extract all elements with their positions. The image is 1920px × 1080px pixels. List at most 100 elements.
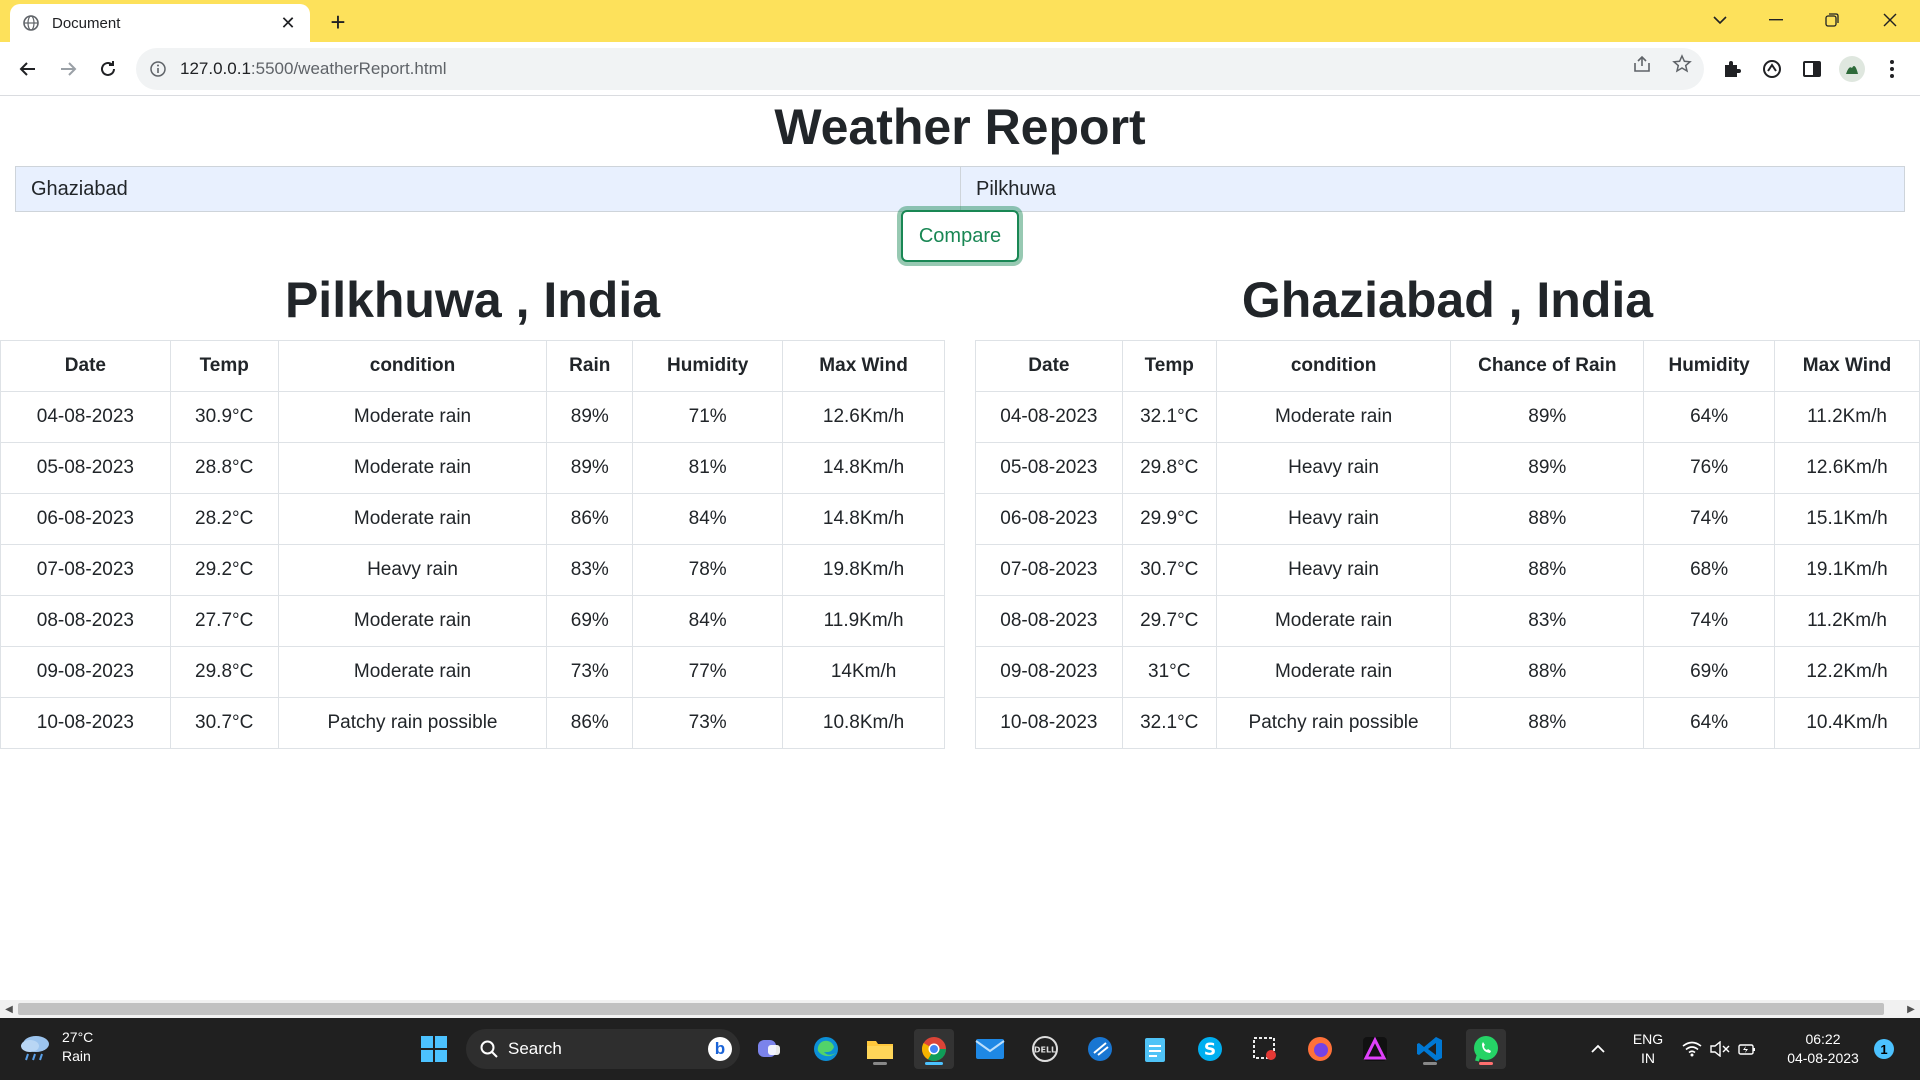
snipping-tool-icon[interactable] [1245,1029,1285,1069]
table-row: 04-08-2023 32.1°C Moderate rain 89% 64% 11.2K… [975,391,1920,443]
url-text: 127.0.0.1:5500/weatherReport.html [180,59,447,79]
mail-icon[interactable] [970,1029,1010,1069]
city-input-left[interactable] [15,166,961,212]
table-cell: 73% [632,697,784,749]
side-panel-icon[interactable] [1798,55,1826,83]
skype-icon[interactable]: S [1190,1029,1230,1069]
table-cell: 69% [546,595,634,647]
reload-button[interactable] [92,53,124,85]
table-cell: 88% [1450,697,1645,749]
extensions-puzzle-icon[interactable] [1718,55,1746,83]
left-weather-table: Date Temp condition Rain Humidity Max Wind 04… [0,340,945,749]
table-cell: 74% [1643,595,1776,647]
table-cell: 10-08-2023 [975,697,1123,749]
city-input-right[interactable] [960,166,1905,212]
taskbar-search-box[interactable]: Search b [466,1029,740,1069]
table-cell: Heavy rain [1215,493,1452,545]
battery-icon [1738,1041,1756,1057]
tab-document[interactable]: Document ✕ [10,4,310,42]
table-cell: 88% [1450,646,1645,698]
table-cell: 11.2Km/h [1774,391,1920,443]
table-cell: 14Km/h [782,646,945,698]
scrollbar-thumb[interactable] [18,1003,1884,1015]
system-tray-quick-settings[interactable] [1674,1029,1764,1069]
edge-browser-icon[interactable] [806,1029,846,1069]
table-cell: 30.9°C [169,391,279,443]
teams-chat-icon[interactable] [750,1029,790,1069]
restore-button[interactable] [1804,0,1860,40]
affinity-icon[interactable] [1355,1029,1395,1069]
new-tab-button[interactable]: + [324,7,352,37]
table-cell: Moderate rain [277,595,548,647]
profile-avatar[interactable] [1838,55,1866,83]
language-indicator[interactable]: ENG IN [1630,1030,1666,1068]
table-cell: 64% [1643,697,1776,749]
column-header: condition [1215,340,1452,392]
whatsapp-icon[interactable] [1466,1029,1506,1069]
url-host: 127.0.0.1 [180,59,251,78]
table-cell: 07-08-2023 [975,544,1123,596]
rain-cloud-icon [18,1032,54,1062]
scroll-right-arrow-icon[interactable]: ▶ [1902,1000,1920,1018]
left-city-heading: Pilkhuwa , India [284,272,661,328]
table-cell: Moderate rain [277,442,548,494]
chrome-browser-icon[interactable] [914,1029,954,1069]
chrome-menu-icon[interactable] [1878,55,1906,83]
table-cell: Patchy rain possible [1215,697,1452,749]
url-path: :5500/weatherReport.html [250,59,447,78]
table-row: 06-08-2023 29.9°C Heavy rain 88% 74% 15.1Km/h [975,493,1920,545]
table-cell: 29.2°C [169,544,279,596]
extension-icon[interactable] [1758,55,1786,83]
forward-button[interactable] [52,53,84,85]
weather-temp: 27°C [62,1029,94,1045]
table-cell: 88% [1450,493,1645,545]
column-header: Rain [546,340,634,392]
vscode-icon[interactable] [1410,1029,1450,1069]
table-cell: 29.8°C [169,646,279,698]
web-page: Weather Report Compare Pilkhuwa , India … [0,96,1920,1000]
table-cell: 29.9°C [1121,493,1217,545]
dell-icon[interactable]: DELL [1025,1029,1065,1069]
firefox-icon[interactable] [1300,1029,1340,1069]
file-explorer-icon[interactable] [860,1029,900,1069]
table-header-row: Date Temp condition Chance of Rain Humidity M… [975,340,1920,392]
start-windows-icon[interactable] [414,1029,454,1069]
column-header: Temp [169,340,279,392]
table-row: 09-08-2023 29.8°C Moderate rain 73% 77% 14Km/… [0,646,945,698]
close-tab-icon[interactable]: ✕ [278,13,298,33]
scroll-left-arrow-icon[interactable]: ◀ [0,1000,18,1018]
table-row: 04-08-2023 30.9°C Moderate rain 89% 71% 12.6K… [0,391,945,443]
notification-badge[interactable]: 1 [1874,1039,1894,1059]
table-cell: 30.7°C [169,697,279,749]
weather-widget[interactable]: 27°C Rain [18,1028,93,1066]
support-assist-icon[interactable] [1080,1029,1120,1069]
table-cell: 28.2°C [169,493,279,545]
share-icon[interactable] [1630,52,1654,76]
clock[interactable]: 06:22 04-08-2023 [1778,1030,1868,1068]
bing-icon: b [708,1037,732,1061]
table-row: 07-08-2023 30.7°C Heavy rain 88% 68% 19.1Km/h [975,544,1920,596]
table-cell: 05-08-2023 [975,442,1123,494]
chevron-up-icon[interactable] [1578,1029,1618,1069]
compare-button[interactable]: Compare [901,210,1019,262]
table-cell: 06-08-2023 [0,493,171,545]
minimize-button[interactable] [1748,0,1804,40]
table-cell: 83% [546,544,634,596]
site-info-icon[interactable] [150,61,166,77]
table-cell: 19.1Km/h [1774,544,1920,596]
table-cell: 14.8Km/h [782,442,945,494]
table-cell: 04-08-2023 [975,391,1123,443]
tab-search-icon[interactable] [1692,0,1748,40]
table-cell: Moderate rain [277,646,548,698]
svg-text:S: S [1204,1040,1216,1060]
table-cell: Heavy rain [1215,544,1452,596]
notepad-icon[interactable] [1135,1029,1175,1069]
table-row: 10-08-2023 32.1°C Patchy rain possible 88% 6… [975,697,1920,749]
back-button[interactable] [12,53,44,85]
table-cell: 73% [546,646,634,698]
table-cell: 29.7°C [1121,595,1217,647]
horizontal-scrollbar[interactable]: ◀ ▶ [0,1000,1920,1018]
address-bar[interactable]: 127.0.0.1:5500/weatherReport.html [136,48,1704,90]
close-window-button[interactable] [1862,0,1918,40]
bookmark-star-icon[interactable] [1670,52,1694,76]
